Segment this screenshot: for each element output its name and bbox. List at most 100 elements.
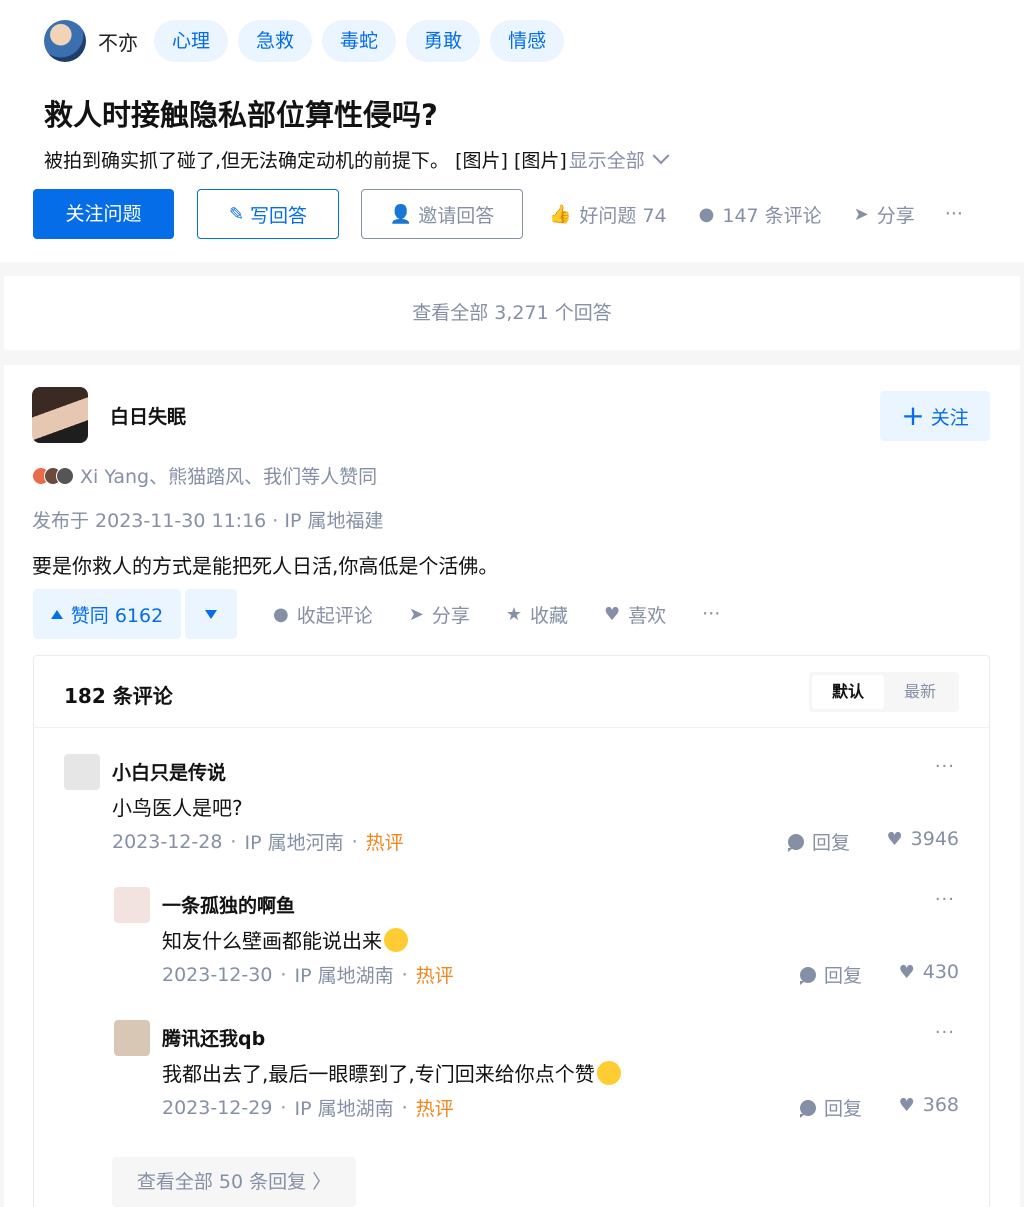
- comment-more-button[interactable]: ···: [935, 756, 955, 777]
- comments-button[interactable]: ● 147 条评论: [699, 201, 822, 228]
- heart-icon: ♥: [898, 961, 915, 983]
- view-all-answers[interactable]: 查看全部 3,271 个回答: [4, 276, 1020, 350]
- comment-icon: ●: [273, 603, 289, 625]
- topic-tag[interactable]: 急救: [238, 20, 313, 62]
- question-title[interactable]: 救人时接触隐私部位算性侵吗?: [44, 92, 438, 134]
- collect-label: 收藏: [529, 604, 568, 627]
- comment-text: 小鸟医人是吧?: [112, 796, 243, 820]
- commenter-avatar[interactable]: [64, 754, 100, 790]
- commenter-name[interactable]: 一条孤独的啊鱼: [162, 891, 295, 918]
- show-all-label: 显示全部: [568, 150, 645, 172]
- comment-text-body: 我都出去了,最后一眼瞟到了,专门回来给你点个赞: [162, 1062, 595, 1086]
- heart-icon: ♥: [886, 828, 903, 850]
- comment-text: 我都出去了,最后一眼瞟到了,专门回来给你点个赞: [162, 1058, 621, 1087]
- downvote-icon: [205, 609, 217, 619]
- comment-like-button[interactable]: ♥ 368: [899, 1094, 959, 1116]
- comment-more-button[interactable]: ···: [935, 1022, 955, 1043]
- reply-icon: [788, 833, 804, 852]
- follow-question-button[interactable]: 关注问题: [33, 189, 174, 239]
- comment-like-button[interactable]: ♥ 430: [899, 961, 959, 983]
- answer-content: 要是你救人的方式是能把死人日活,你高低是个活佛。: [32, 554, 499, 578]
- comment-like-count: 430: [922, 961, 959, 983]
- share-button[interactable]: ➤ 分享: [854, 201, 915, 228]
- collapse-comments-button[interactable]: ● 收起评论: [273, 601, 373, 628]
- plus-icon: +: [901, 399, 925, 432]
- invite-answer-label: 邀请回答: [418, 204, 495, 227]
- show-all-link[interactable]: 显示全部: [568, 146, 670, 173]
- topic-tag[interactable]: 勇敢: [406, 20, 481, 62]
- collect-button[interactable]: ★ 收藏: [506, 601, 568, 628]
- comment-meta: 2023-12-30 · IP 属地湖南 · 热评: [162, 961, 454, 988]
- like-button[interactable]: ♥ 喜欢: [604, 601, 666, 628]
- comment-like-count: 368: [922, 1094, 959, 1116]
- reply-button[interactable]: 回复: [788, 828, 850, 855]
- reply-button[interactable]: 回复: [800, 1094, 862, 1121]
- follow-author-button[interactable]: + 关注: [880, 391, 990, 441]
- good-question-label: 好问题 74: [579, 204, 667, 227]
- commenter-name[interactable]: 小白只是传说: [112, 758, 226, 785]
- upvote-icon: [50, 609, 63, 619]
- comment-sort-toggle: 默认 最新: [809, 672, 959, 712]
- voters-text: Xi Yang、熊猫踏风、我们等人赞同: [80, 466, 378, 488]
- asker-avatar[interactable]: [44, 20, 86, 62]
- topic-tags: 心理 急救 毒蛇 勇敢 情感: [154, 20, 565, 62]
- heart-icon: ♥: [604, 603, 621, 625]
- reply-label: 回复: [824, 1098, 863, 1120]
- heart-icon: ♥: [898, 1094, 915, 1116]
- question-card: 不亦 心理 急救 毒蛇 勇敢 情感 救人时接触隐私部位算性侵吗? 被拍到确实抓了…: [0, 0, 1024, 262]
- voter-avatars: [32, 466, 74, 485]
- good-question-button[interactable]: 👍 好问题 74: [549, 201, 667, 228]
- comments-header: 182 条评论 默认 最新: [34, 656, 989, 728]
- downvote-button[interactable]: [185, 589, 237, 639]
- asker-name[interactable]: 不亦: [98, 27, 138, 56]
- view-all-replies-button[interactable]: 查看全部 50 条回复 〉: [112, 1157, 356, 1207]
- laughing-emoji-icon: [384, 928, 408, 952]
- write-answer-button[interactable]: ✎ 写回答: [197, 189, 339, 239]
- comment-text-body: 知友什么壁画都能说出来: [162, 929, 382, 953]
- answer-share-label: 分享: [431, 604, 470, 627]
- comment-ip: IP 属地湖南: [294, 1098, 394, 1120]
- question-actions: 关注问题 ✎ 写回答 👤 邀请回答 👍 好问题 74 ● 147 条评论 ➤ 分…: [33, 189, 963, 239]
- reply-icon: [800, 1099, 816, 1118]
- voter-avatar: [56, 466, 74, 485]
- follow-author-label: 关注: [930, 406, 969, 429]
- answer-actions: 赞同 6162 ● 收起评论 ➤ 分享 ★ 收藏 ♥ 喜欢 ···: [33, 589, 720, 639]
- commenter-name[interactable]: 腾讯还我qb: [162, 1024, 265, 1051]
- comment-like-count: 3946: [910, 828, 959, 850]
- pencil-icon: ✎: [228, 203, 245, 225]
- sort-default-tab[interactable]: 默认: [812, 675, 884, 709]
- share-label: 分享: [876, 204, 915, 227]
- more-button[interactable]: ···: [945, 203, 963, 225]
- hot-comment-badge: 热评: [365, 832, 404, 854]
- sort-latest-tab[interactable]: 最新: [884, 675, 956, 709]
- topic-tag[interactable]: 情感: [490, 20, 565, 62]
- chevron-down-icon: [652, 146, 670, 164]
- comment-meta: 2023-12-29 · IP 属地湖南 · 热评: [162, 1094, 454, 1121]
- commenter-avatar[interactable]: [114, 887, 150, 923]
- comment-more-button[interactable]: ···: [935, 889, 955, 910]
- author-name[interactable]: 白日失眠: [110, 402, 186, 429]
- star-icon: ★: [505, 603, 522, 625]
- topic-tag[interactable]: 毒蛇: [322, 20, 397, 62]
- answer-share-button[interactable]: ➤ 分享: [409, 601, 470, 628]
- reply-button[interactable]: 回复: [800, 961, 862, 988]
- reply-label: 回复: [824, 965, 863, 987]
- share-icon: ➤: [408, 603, 424, 625]
- reply-icon: [800, 966, 816, 985]
- publish-time: 发布于 2023-11-30 11:16 · IP 属地福建: [32, 510, 384, 532]
- write-answer-label: 写回答: [250, 204, 308, 227]
- author-avatar[interactable]: [32, 387, 88, 443]
- topic-tag[interactable]: 心理: [154, 20, 229, 62]
- reply-label: 回复: [812, 832, 851, 854]
- comment-text: 知友什么壁画都能说出来: [162, 925, 408, 954]
- comment-like-button[interactable]: ♥ 3946: [887, 828, 960, 850]
- like-label: 喜欢: [628, 604, 667, 627]
- commenter-avatar[interactable]: [114, 1020, 150, 1056]
- upvote-label: 赞同 6162: [70, 604, 164, 627]
- comments-label: 147 条评论: [722, 204, 822, 227]
- invite-answer-button[interactable]: 👤 邀请回答: [361, 189, 523, 239]
- answer-more-button[interactable]: ···: [702, 603, 720, 625]
- comments-panel: 182 条评论 默认 最新 小白只是传说 ··· 小鸟医人是吧? 2023-12…: [33, 655, 990, 1207]
- question-header: 不亦 心理 急救 毒蛇 勇敢 情感: [44, 20, 565, 62]
- upvote-button[interactable]: 赞同 6162: [33, 589, 181, 639]
